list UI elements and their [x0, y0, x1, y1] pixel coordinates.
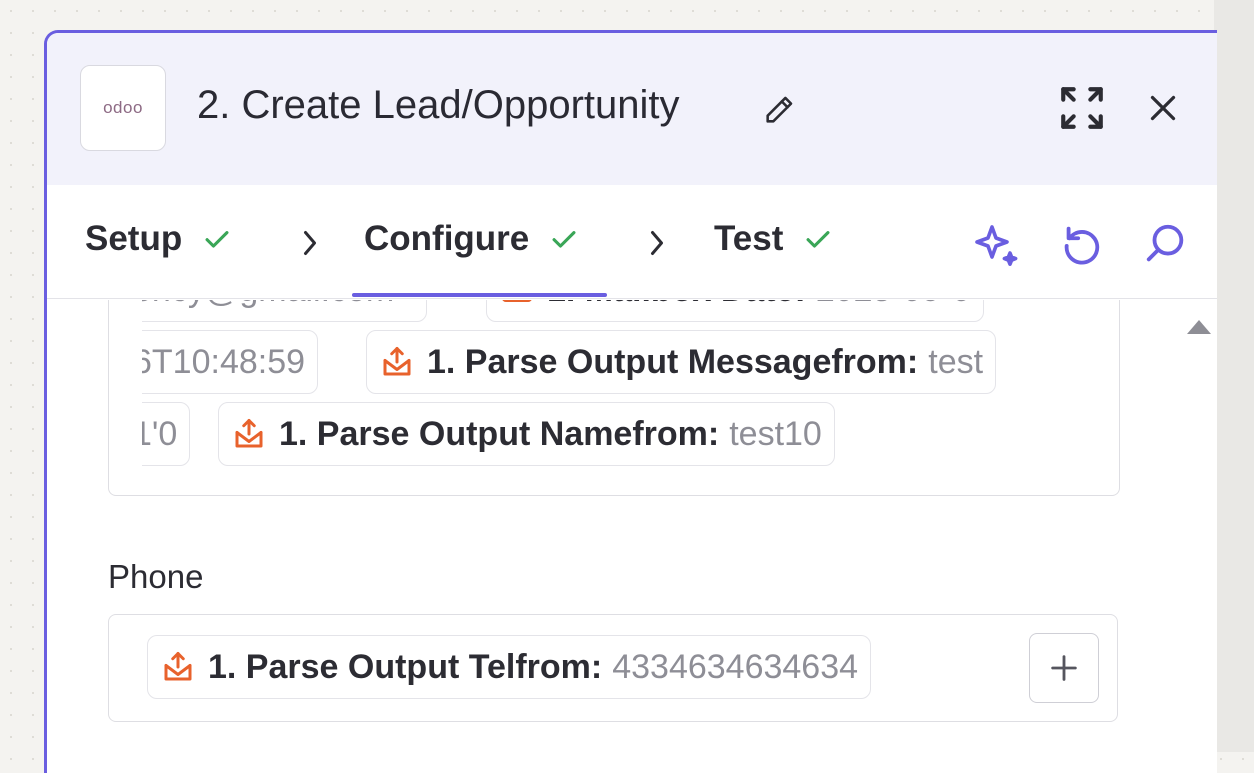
parser-icon: [235, 419, 263, 448]
parser-icon: [164, 652, 192, 681]
phone-label: Phone: [108, 558, 204, 595]
active-tab-indicator: [352, 293, 607, 297]
pill-value: test10: [729, 414, 822, 453]
step-title: 2. Create Lead/Opportunity: [197, 83, 680, 127]
mapped-field-pill[interactable]: 1. Parse Output Telfrom: 4334634634634: [147, 635, 872, 699]
edit-pencil-icon[interactable]: [762, 93, 796, 127]
check-icon: [205, 231, 229, 248]
text-pill: 6T10:48:59: [142, 330, 319, 394]
pill-text: 1'0: [142, 414, 178, 453]
tab-test[interactable]: Test: [714, 219, 835, 259]
phone-field[interactable]: 1. Parse Output Telfrom: 4334634634634: [108, 614, 1118, 722]
undo-icon[interactable]: [1059, 221, 1105, 267]
pill-text: ency@gmail.com>: [142, 300, 414, 310]
pill-label: 1. Parse Output Messagefrom:: [427, 342, 919, 381]
close-icon[interactable]: [1145, 90, 1181, 126]
step-tabs: Setup Configure Test: [47, 185, 1217, 299]
pill-label: 1. Parse Output Telfrom:: [208, 647, 603, 686]
mailbox-icon: [502, 300, 532, 302]
step-config-panel: odoo 2. Create Lead/Opportunity Setup Co…: [44, 30, 1217, 773]
odoo-app-logo: odoo: [80, 65, 166, 151]
tab-configure-label: Configure: [364, 219, 530, 258]
chevron-right-icon: [304, 231, 316, 255]
ai-sparkle-icon[interactable]: [972, 221, 1020, 269]
pill-value: test: [928, 342, 984, 381]
add-mapping-button[interactable]: [1029, 633, 1099, 703]
pill-value: 4334634634634: [612, 647, 859, 686]
mapped-field-pill[interactable]: 1. Mailbox Date: 2025-09-0: [486, 300, 984, 322]
pill-label: 1. Parse Output Namefrom:: [279, 414, 720, 453]
message-field-pills: ency@gmail.com> 1. Mailbox Date: 2025-09…: [142, 300, 1024, 488]
panel-header: odoo 2. Create Lead/Opportunity: [47, 33, 1217, 185]
mapped-field-pill[interactable]: 1. Parse Output Namefrom: test10: [218, 402, 835, 466]
text-pill: 1'0: [142, 402, 191, 466]
pill-label: 1. Mailbox Date:: [547, 300, 806, 310]
check-icon: [552, 231, 576, 248]
tab-test-label: Test: [714, 219, 784, 258]
expand-icon[interactable]: [1057, 83, 1107, 133]
check-icon: [806, 231, 830, 248]
config-form: ency@gmail.com> 1. Mailbox Date: 2025-09…: [47, 300, 1217, 773]
pill-text: 6T10:48:59: [142, 342, 306, 381]
pill-value: 2025-09-0: [816, 300, 971, 310]
tab-configure[interactable]: Configure: [364, 219, 581, 259]
scroll-up-arrow[interactable]: [1187, 320, 1211, 334]
text-pill: ency@gmail.com>: [142, 300, 428, 322]
parser-icon: [383, 347, 411, 376]
tab-setup-label: Setup: [85, 219, 183, 258]
tab-setup[interactable]: Setup: [85, 219, 234, 259]
plus-icon: [1051, 655, 1077, 681]
mapped-field-pill[interactable]: 1. Parse Output Messagefrom: test: [366, 330, 997, 394]
canvas-edge: [1214, 0, 1254, 752]
chevron-right-icon: [651, 231, 663, 255]
search-icon[interactable]: [1143, 221, 1189, 267]
